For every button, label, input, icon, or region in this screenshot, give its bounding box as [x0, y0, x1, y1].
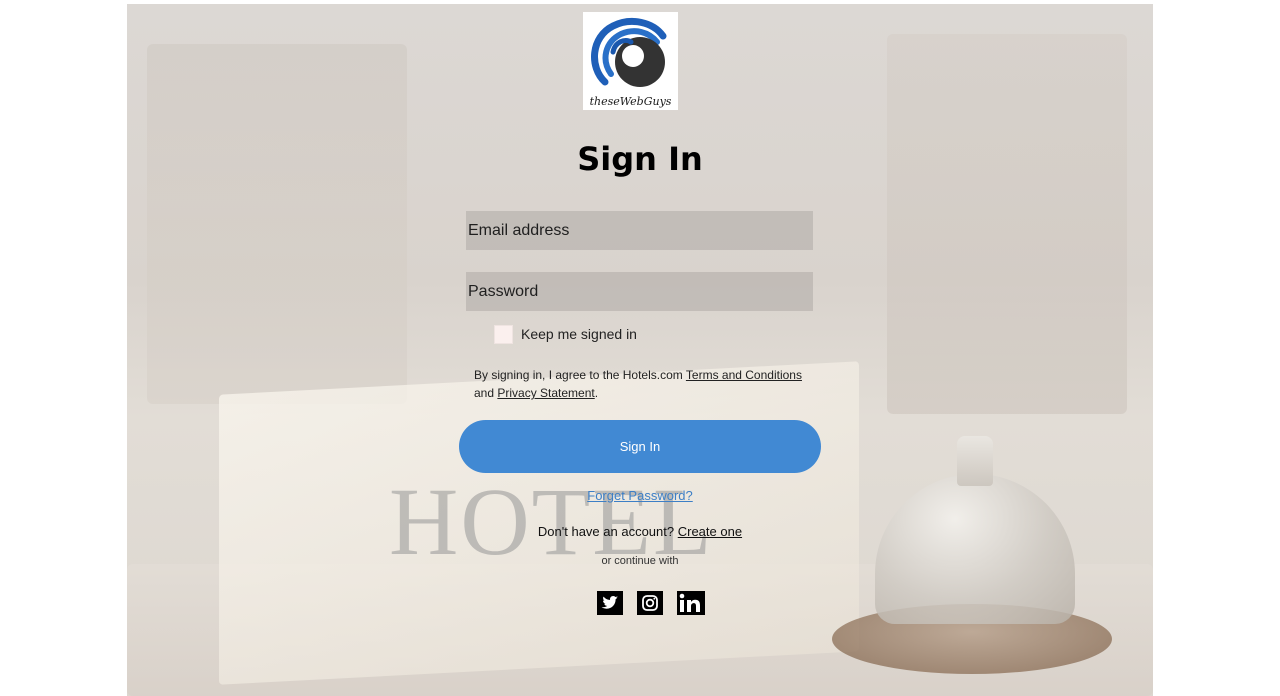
- linkedin-icon[interactable]: [677, 591, 705, 615]
- signup-prompt: Don't have an account? Create one: [490, 524, 790, 539]
- sign-in-button[interactable]: Sign In: [459, 420, 821, 473]
- logo-caption: theseWebGuys: [589, 95, 672, 108]
- create-account-link[interactable]: Create one: [678, 524, 742, 539]
- background-blur-right: [887, 34, 1127, 414]
- password-field[interactable]: [466, 272, 813, 311]
- forgot-password-link[interactable]: Forget Password?: [540, 488, 740, 503]
- email-field[interactable]: [466, 211, 813, 250]
- terms-prefix: By signing in, I agree to the Hotels.com: [474, 368, 686, 382]
- terms-middle: and: [474, 386, 498, 400]
- bell-dome: [875, 474, 1075, 624]
- brand-logo: theseWebGuys: [583, 12, 678, 110]
- signup-prefix: Don't have an account?: [537, 524, 678, 539]
- social-login-row: [597, 591, 705, 615]
- continue-with-label: or continue with: [601, 555, 679, 567]
- instagram-icon[interactable]: [637, 591, 663, 615]
- terms-notice: By signing in, I agree to the Hotels.com…: [474, 366, 814, 402]
- terms-suffix: .: [594, 386, 599, 400]
- twitter-icon[interactable]: [597, 591, 623, 615]
- bell-knob: [957, 436, 993, 486]
- background-blur-left: [147, 44, 407, 404]
- remember-me[interactable]: Keep me signed in: [494, 323, 637, 345]
- remember-label: Keep me signed in: [521, 326, 637, 342]
- terms-link[interactable]: Terms and Conditions: [686, 368, 802, 382]
- page-title: Sign In: [577, 140, 703, 178]
- eye-swirl-logo-icon: [591, 18, 667, 87]
- privacy-link[interactable]: Privacy Statement: [497, 386, 594, 400]
- remember-checkbox[interactable]: [494, 324, 513, 344]
